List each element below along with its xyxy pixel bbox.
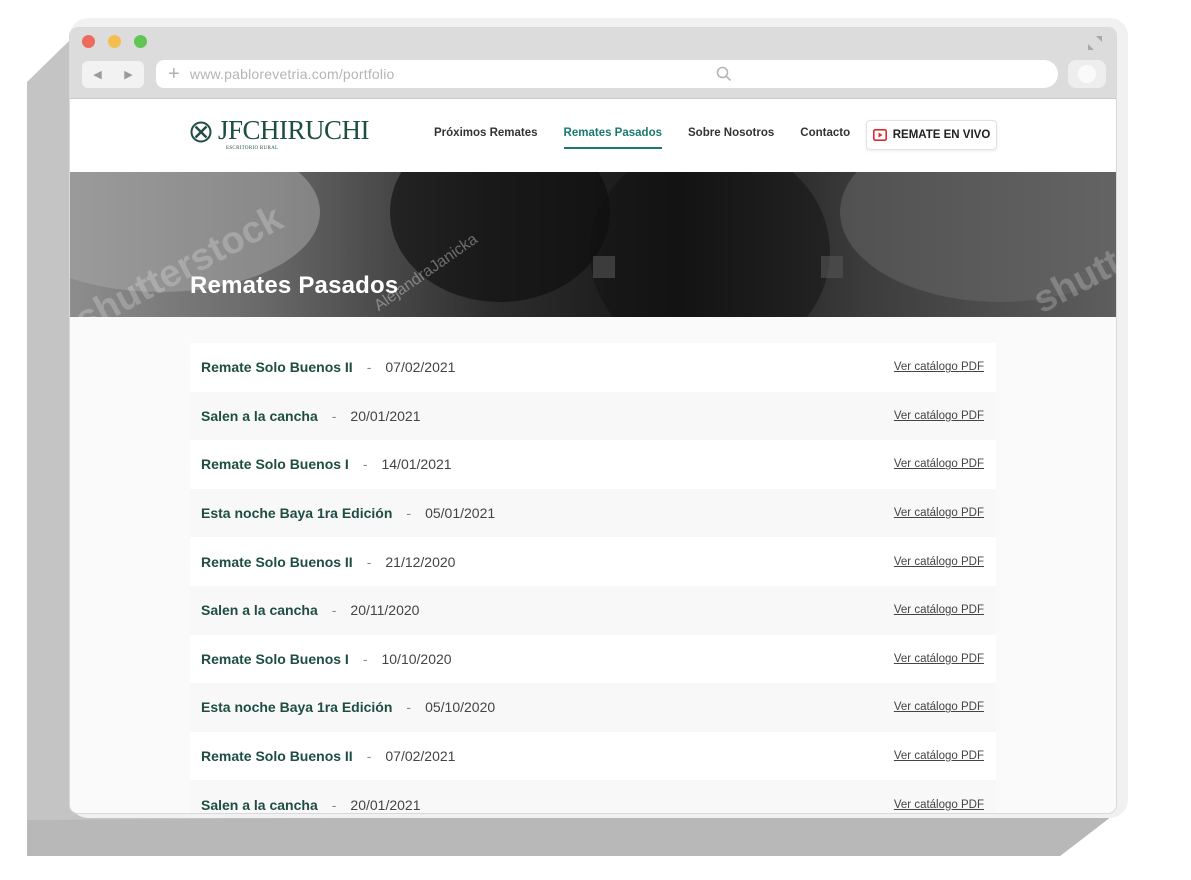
crossed-tools-logo-icon [190, 121, 212, 143]
remate-name: Remate Solo Buenos II [201, 359, 353, 376]
remate-row: Esta noche Baya 1ra Edición -05/01/2021 V… [190, 488, 996, 538]
catalog-pdf-link[interactable]: Ver catálogo PDF [894, 458, 984, 470]
remate-en-vivo-button[interactable]: REMATE EN VIVO [866, 120, 997, 150]
logo-subtitle: ESCRITORIO RURAL [226, 146, 279, 151]
remate-name: Esta noche Baya 1ra Edición [201, 699, 393, 716]
remate-row: Salen a la cancha -20/01/2021 Ver catálog… [190, 780, 996, 813]
forward-arrow-icon[interactable]: ▶ [117, 68, 141, 81]
site-logo[interactable]: JFCHIRUCHI ESCRITORIO RURAL [190, 115, 370, 151]
remate-name: Salen a la cancha [201, 796, 318, 813]
browser-window: ◀ ▶ + www.pablorevetria.com/portfolio JF… [70, 28, 1116, 813]
separator: - [331, 407, 337, 424]
separator: - [366, 553, 372, 570]
catalog-pdf-link[interactable]: Ver catálogo PDF [894, 750, 984, 762]
maximize-window-button[interactable] [134, 35, 147, 48]
fullscreen-icon[interactable] [1086, 34, 1104, 52]
separator: - [366, 359, 372, 376]
catalog-pdf-link[interactable]: Ver catálogo PDF [894, 799, 984, 811]
remate-date: 20/11/2020 [350, 602, 420, 619]
nav-proximos-remates[interactable]: Próximos Remates [434, 127, 538, 149]
close-window-button[interactable] [82, 35, 95, 48]
remate-row: Remate Solo Buenos II -07/02/2021 Ver cat… [190, 731, 996, 781]
remate-row: Esta noche Baya 1ra Edición -05/10/2020 V… [190, 683, 996, 732]
search-icon [716, 66, 732, 82]
remate-name: Remate Solo Buenos II [201, 748, 353, 765]
remate-date: 07/02/2021 [385, 359, 456, 376]
remate-row: Salen a la cancha -20/11/2020 Ver catálog… [190, 585, 996, 635]
nav-contacto[interactable]: Contacto [800, 127, 850, 149]
remate-date: 05/10/2020 [425, 699, 496, 716]
remate-name: Salen a la cancha [201, 602, 318, 619]
logo-text: JFCHIRUCHI [218, 115, 370, 145]
minimize-window-button[interactable] [108, 35, 121, 48]
catalog-pdf-link[interactable]: Ver catálogo PDF [894, 604, 984, 616]
separator: - [362, 650, 368, 667]
catalog-pdf-link[interactable]: Ver catálogo PDF [894, 653, 984, 665]
remate-date: 05/01/2021 [425, 505, 496, 522]
browser-search-field[interactable] [706, 60, 1058, 88]
back-arrow-icon[interactable]: ◀ [86, 68, 110, 81]
remate-date: 07/02/2021 [385, 748, 456, 765]
remate-row: Remate Solo Buenos I -14/01/2021 Ver catá… [190, 440, 996, 489]
remate-date: 20/01/2021 [350, 796, 421, 813]
remate-name: Salen a la cancha [201, 407, 318, 424]
remate-date: 14/01/2021 [381, 456, 452, 473]
new-tab-plus-icon[interactable]: + [168, 64, 180, 84]
remates-list: Remate Solo Buenos II -07/02/2021 Ver cat… [190, 343, 996, 813]
remate-row: Remate Solo Buenos II -07/02/2021 Ver cat… [190, 343, 996, 392]
remate-row: Salen a la cancha -20/01/2021 Ver catálog… [190, 391, 996, 441]
remate-name: Remate Solo Buenos II [201, 553, 353, 570]
remate-date: 21/12/2020 [385, 553, 456, 570]
catalog-pdf-link[interactable]: Ver catálogo PDF [894, 507, 984, 519]
separator: - [331, 796, 337, 813]
separator: - [331, 602, 337, 619]
separator: - [406, 505, 412, 522]
site-header: JFCHIRUCHI ESCRITORIO RURAL Próximos Rem… [70, 99, 1116, 172]
play-video-icon [872, 129, 887, 141]
browser-toolbar: ◀ ▶ + www.pablorevetria.com/portfolio [70, 28, 1116, 99]
main-navigation: Próximos Remates Remates Pasados Sobre N… [434, 127, 876, 149]
address-bar[interactable]: + www.pablorevetria.com/portfolio [156, 60, 766, 88]
separator: - [362, 456, 368, 473]
separator: - [366, 748, 372, 765]
catalog-pdf-link[interactable]: Ver catálogo PDF [894, 410, 984, 422]
remate-en-vivo-label: REMATE EN VIVO [892, 129, 991, 141]
profile-button[interactable] [1068, 60, 1106, 88]
catalog-pdf-link[interactable]: Ver catálogo PDF [894, 361, 984, 373]
separator: - [406, 699, 412, 716]
remate-date: 10/10/2020 [381, 650, 452, 667]
history-buttons: ◀ ▶ [82, 61, 144, 88]
remate-name: Remate Solo Buenos I [201, 650, 349, 667]
remate-name: Remate Solo Buenos I [201, 456, 349, 473]
remate-row: Remate Solo Buenos II -21/12/2020 Ver cat… [190, 537, 996, 586]
catalog-pdf-link[interactable]: Ver catálogo PDF [894, 701, 984, 713]
catalog-pdf-link[interactable]: Ver catálogo PDF [894, 556, 984, 568]
url-text: www.pablorevetria.com/portfolio [189, 66, 395, 82]
remate-row: Remate Solo Buenos I -10/10/2020 Ver catá… [190, 634, 996, 684]
nav-sobre-nosotros[interactable]: Sobre Nosotros [688, 127, 774, 149]
page-title: Remates Pasados [190, 272, 399, 299]
hero-banner: shutterstock AlejandraJanicka shutterst … [70, 172, 1116, 317]
remate-name: Esta noche Baya 1ra Edición [201, 505, 393, 522]
remate-date: 20/01/2021 [350, 407, 421, 424]
nav-remates-pasados[interactable]: Remates Pasados [563, 127, 662, 149]
